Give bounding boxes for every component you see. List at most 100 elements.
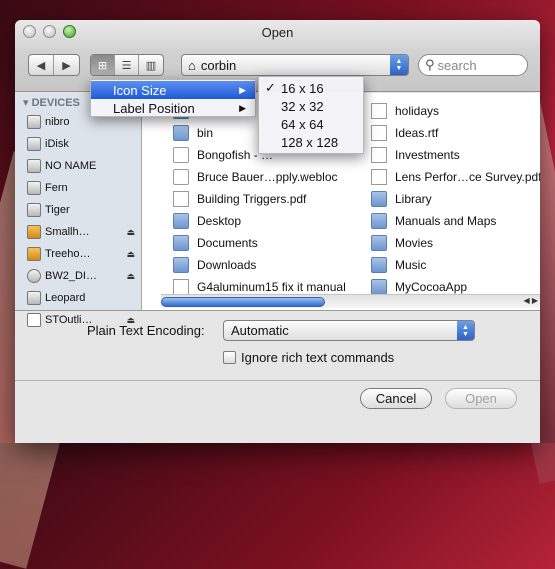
sidebar: ▾ DEVICES nibro iDisk NO NAME Fern Tiger…	[15, 93, 142, 327]
file-name: MyCocoaApp	[395, 280, 468, 294]
sidebar-item[interactable]: Smallh… ⏏	[15, 221, 141, 243]
checkmark-icon: ✓	[265, 80, 276, 95]
back-button[interactable]: ◀	[29, 55, 54, 75]
rtf-icon	[371, 125, 387, 141]
list-item[interactable]: Building Triggers.pdf	[173, 188, 346, 210]
encoding-value: Automatic	[231, 323, 289, 338]
drive-icon	[27, 159, 41, 173]
column-view-button[interactable]: ▥	[139, 55, 163, 75]
file-name: Movies	[395, 236, 434, 250]
forward-button[interactable]: ▶	[54, 55, 79, 75]
webloc-icon	[173, 147, 189, 163]
list-item[interactable]: Lens Perfor…ce Survey.pdf	[371, 166, 540, 188]
list-item[interactable]: Music	[371, 254, 540, 276]
sidebar-item[interactable]: Leopard	[15, 287, 141, 309]
sidebar-item-label: Fern	[45, 182, 68, 194]
navigation-buttons: ◀ ▶	[28, 54, 80, 76]
list-item[interactable]: Manuals and Maps	[371, 210, 540, 232]
icon-view-button[interactable]: ⊞	[91, 55, 115, 75]
sidebar-item-label: iDisk	[45, 138, 69, 150]
sidebar-item-label: Treeho…	[45, 248, 91, 260]
folder-icon	[371, 213, 387, 229]
list-view-button[interactable]: ☰	[115, 55, 139, 75]
options-panel: Plain Text Encoding: Automatic ▲ ▼ Ignore…	[15, 310, 540, 380]
path-popup-label: corbin	[200, 57, 237, 73]
scrollbar-thumb[interactable]	[161, 297, 325, 307]
sidebar-item[interactable]: NO NAME	[15, 155, 141, 177]
ignore-rich-text-option[interactable]: Ignore rich text commands	[223, 350, 394, 365]
file-name: Lens Perfor…ce Survey.pdf	[395, 170, 540, 184]
file-name: Investments	[395, 148, 460, 162]
cancel-button[interactable]: Cancel	[360, 388, 432, 409]
encoding-popup[interactable]: Automatic ▲ ▼	[223, 320, 475, 341]
dialog-footer: Cancel Open	[15, 380, 540, 443]
folder-icon	[173, 257, 189, 273]
toolbar: ◀ ▶ ⊞ ☰ ▥ ⌂ corbin ▲ ▼ ⚲ search	[15, 54, 540, 78]
file-name: Bruce Bauer…pply.webloc	[197, 170, 338, 184]
menu-item-label-position[interactable]: Label Position ▶	[91, 99, 255, 117]
document-icon	[371, 147, 387, 163]
open-button[interactable]: Open	[445, 388, 517, 409]
window-title: Open	[261, 25, 294, 40]
drive-icon	[27, 291, 41, 305]
folder-icon	[371, 235, 387, 251]
list-item[interactable]: Movies	[371, 232, 540, 254]
sidebar-item-label: BW2_DI…	[45, 270, 97, 282]
file-name: Building Triggers.pdf	[197, 192, 307, 206]
sidebar-item[interactable]: Fern	[15, 177, 141, 199]
file-name: Desktop	[197, 214, 242, 228]
menu-item-16[interactable]: ✓ 16 x 16	[259, 79, 363, 97]
sidebar-item[interactable]: Treeho… ⏏	[15, 243, 141, 265]
horizontal-scrollbar[interactable]: ◀ ▶	[161, 294, 540, 308]
eject-icon[interactable]: ⏏	[126, 249, 135, 260]
ignore-rich-text-label: Ignore rich text commands	[241, 350, 395, 365]
menu-item-icon-size[interactable]: Icon Size ▶	[91, 81, 255, 99]
list-item[interactable]: Downloads	[173, 254, 346, 276]
list-item[interactable]: Desktop	[173, 210, 346, 232]
eject-icon[interactable]: ⏏	[126, 271, 135, 282]
popup-arrows-icon: ▲ ▼	[390, 55, 408, 75]
submenu-arrow-icon: ▶	[239, 102, 246, 113]
document-icon	[371, 103, 387, 119]
menu-item-32[interactable]: 32 x 32	[259, 97, 363, 115]
sidebar-item-label: Leopard	[45, 292, 86, 304]
file-name: G4aluminum15 fix it manual	[197, 280, 346, 294]
webloc-icon	[173, 169, 189, 185]
folder-icon	[173, 213, 189, 229]
path-popup[interactable]: ⌂ corbin ▲ ▼	[181, 54, 409, 76]
list-item[interactable]: Bruce Bauer…pply.webloc	[173, 166, 346, 188]
ignore-rich-text-checkbox[interactable]	[223, 351, 236, 364]
icon-size-submenu: ✓ 16 x 16 32 x 32 64 x 64 128 x 128	[258, 76, 364, 154]
sidebar-item[interactable]: Tiger	[15, 199, 141, 221]
folder-icon	[371, 191, 387, 207]
home-icon: ⌂	[188, 57, 196, 73]
file-name: Ideas.rtf	[395, 126, 439, 140]
external-drive-icon	[27, 247, 41, 261]
search-field[interactable]: ⚲ search	[418, 54, 528, 76]
file-name: holidays	[395, 104, 440, 118]
menu-item-label: 16 x 16	[281, 80, 324, 96]
menu-item-64[interactable]: 64 x 64	[259, 115, 363, 133]
file-name: Library	[395, 192, 432, 206]
list-item[interactable]: Ideas.rtf	[371, 122, 540, 144]
view-options-menu: Icon Size ▶ Label Position ▶	[90, 79, 256, 117]
scroll-arrows-icon[interactable]: ◀ ▶	[523, 296, 538, 305]
eject-icon[interactable]: ⏏	[126, 227, 135, 238]
list-item[interactable]: Documents	[173, 232, 346, 254]
drive-icon	[27, 203, 41, 217]
menu-item-128[interactable]: 128 x 128	[259, 133, 363, 151]
sidebar-item[interactable]: iDisk	[15, 133, 141, 155]
sidebar-item[interactable]: BW2_DI… ⏏	[15, 265, 141, 287]
menu-item-label: Label Position	[113, 100, 195, 116]
list-item[interactable]: Library	[371, 188, 540, 210]
list-item[interactable]: holidays	[371, 100, 540, 122]
sidebar-item-label: NO NAME	[45, 160, 97, 172]
disc-icon	[27, 269, 41, 283]
folder-icon	[371, 279, 387, 295]
folder-icon	[173, 235, 189, 251]
drive-icon	[27, 115, 41, 129]
folder-icon	[173, 125, 189, 141]
document-icon	[173, 279, 189, 295]
submenu-arrow-icon: ▶	[239, 84, 246, 95]
list-item[interactable]: Investments	[371, 144, 540, 166]
